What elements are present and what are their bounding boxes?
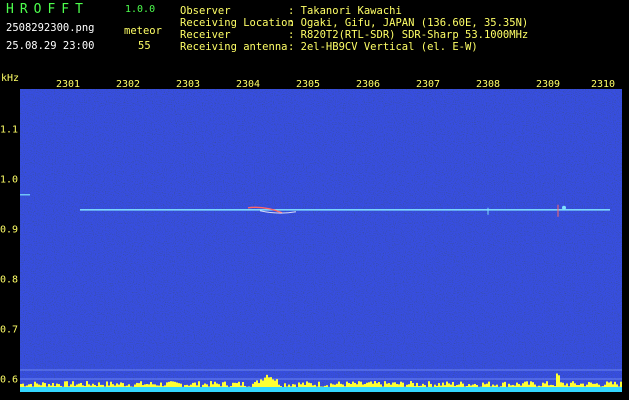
location-label: Receiving Location xyxy=(180,17,294,29)
receiver-label: Receiver xyxy=(180,29,231,41)
meteor-count: 55 xyxy=(138,40,151,52)
spectrogram-plot xyxy=(20,89,622,392)
capture-datetime: 25.08.29 23:00 xyxy=(6,40,95,52)
image-filename: 2508292300.png xyxy=(6,22,95,34)
y-tick-label: 1.1 xyxy=(0,124,19,136)
baseline-band xyxy=(20,387,622,392)
observer-value: : Takanori Kawachi xyxy=(288,5,402,17)
y-tick-label: 1.0 xyxy=(0,174,19,186)
spectrogram-svg xyxy=(20,89,622,392)
header-panel: HROFFT 1.0.0 2508292300.png 25.08.29 23:… xyxy=(0,0,629,72)
meteor-echo xyxy=(562,205,566,210)
y-tick-label: 0.9 xyxy=(0,224,19,236)
meteor-label: meteor xyxy=(124,25,162,37)
antenna-value: : 2el-HB9CV Vertical (el. E-W) xyxy=(288,41,478,53)
y-tick-label: 0.8 xyxy=(0,274,19,286)
antenna-label: Receiving antenna xyxy=(180,41,288,53)
y-tick-label: 0.6 xyxy=(0,374,19,386)
y-axis-unit: kHz xyxy=(1,73,20,84)
observer-label: Observer xyxy=(180,5,231,17)
location-value: : Ogaki, Gifu, JAPAN (136.60E, 35.35N) xyxy=(288,17,529,29)
app-logo: HROFFT xyxy=(6,2,89,17)
noise-texture xyxy=(20,89,622,392)
receiver-value: : R820T2(RTL-SDR) SDR-Sharp 53.1000MHz xyxy=(288,29,529,41)
y-tick-label: 0.7 xyxy=(0,324,19,336)
app-version: 1.0.0 xyxy=(125,4,156,15)
